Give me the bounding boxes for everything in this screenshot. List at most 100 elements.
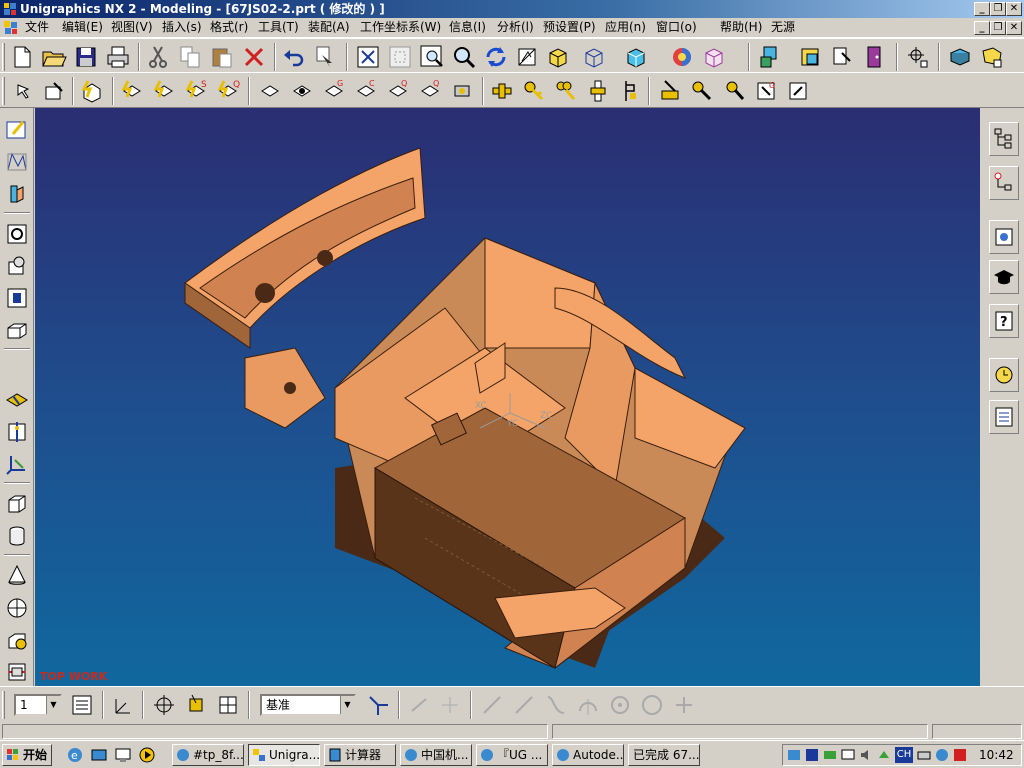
history-tab[interactable] xyxy=(989,358,1019,392)
curve-icon[interactable] xyxy=(3,148,31,176)
select-icon[interactable] xyxy=(8,77,36,105)
menu-assembly[interactable]: 装配(A) xyxy=(308,20,350,35)
menu-format[interactable]: 格式(r) xyxy=(210,20,248,35)
keyboard-icon[interactable] xyxy=(917,748,931,762)
graphics-viewport[interactable]: ZC XC YC xyxy=(35,108,980,686)
point-select-icon[interactable] xyxy=(904,43,932,71)
tray-network-icon[interactable] xyxy=(823,748,837,762)
menu-edit[interactable]: 编辑(E) xyxy=(62,20,103,35)
doc-close-button[interactable]: ✕ xyxy=(1006,21,1022,35)
toolbar-grip[interactable] xyxy=(2,691,5,719)
feature-table-icon[interactable] xyxy=(784,77,812,105)
snap-line-icon[interactable] xyxy=(478,691,506,719)
fit-icon[interactable] xyxy=(354,43,382,71)
wcs-display-icon[interactable] xyxy=(108,691,136,719)
menu-wcs[interactable]: 工作坐标系(W) xyxy=(360,20,441,35)
cone-icon[interactable] xyxy=(3,562,31,590)
hole-icon[interactable] xyxy=(3,220,31,248)
cut-icon[interactable] xyxy=(144,43,172,71)
color-icon[interactable] xyxy=(668,43,696,71)
ie-icon[interactable]: e xyxy=(66,746,84,764)
print-icon[interactable] xyxy=(104,43,132,71)
key-icon[interactable] xyxy=(520,77,548,105)
menu-tools[interactable]: 工具(T) xyxy=(258,20,299,35)
shading-icon[interactable] xyxy=(544,43,572,71)
tray-app-icon[interactable] xyxy=(787,748,801,762)
sphere-icon[interactable] xyxy=(3,594,31,622)
open-icon[interactable] xyxy=(40,43,68,71)
task-china-machinery[interactable]: 中国机... xyxy=(400,744,472,766)
boss-icon[interactable] xyxy=(3,252,31,280)
snap-intersection-icon[interactable] xyxy=(670,691,698,719)
minimize-button[interactable]: _ xyxy=(974,2,990,16)
snap-arc-icon[interactable] xyxy=(574,691,602,719)
menu-passive[interactable]: 无源 xyxy=(771,20,795,35)
history-palette-tab[interactable] xyxy=(989,220,1019,254)
menu-help[interactable]: 帮助(H) xyxy=(720,20,762,35)
work-layer-dropdown[interactable]: 1 ▼ xyxy=(14,694,62,716)
menu-file[interactable]: 文件 xyxy=(25,20,49,35)
cad-model[interactable]: ZC XC YC xyxy=(35,108,980,686)
sketch-icon[interactable] xyxy=(3,116,31,144)
surface-icon[interactable] xyxy=(978,43,1006,71)
zoom-icon[interactable] xyxy=(450,43,478,71)
restore-button[interactable]: ❐ xyxy=(990,2,1006,16)
update-icon[interactable] xyxy=(448,77,476,105)
snap-mode-dropdown[interactable]: 基准 ▼ xyxy=(260,694,356,716)
menu-preferences[interactable]: 预设置(P) xyxy=(543,20,596,35)
save-icon[interactable] xyxy=(72,43,100,71)
datum-csys-icon[interactable] xyxy=(3,450,31,478)
system-materials-tab[interactable] xyxy=(989,400,1019,434)
layer-settings-icon[interactable] xyxy=(68,691,96,719)
snap-mid-icon[interactable] xyxy=(436,691,464,719)
union-icon[interactable] xyxy=(3,626,31,654)
close-button[interactable]: ✕ xyxy=(1006,2,1022,16)
paste-icon[interactable] xyxy=(208,43,236,71)
edit-parameters-icon[interactable]: C xyxy=(352,77,380,105)
part-navigator-tab[interactable] xyxy=(989,166,1019,200)
keys-icon[interactable] xyxy=(552,77,580,105)
edit-feature-icon[interactable] xyxy=(78,77,106,105)
pad-icon[interactable] xyxy=(3,316,31,344)
chevron-down-icon[interactable]: ▼ xyxy=(340,696,354,714)
menu-view[interactable]: 视图(V) xyxy=(111,20,153,35)
task-tp[interactable]: #tp_8f... xyxy=(172,744,244,766)
assembly-icon[interactable] xyxy=(756,43,784,71)
reposition-icon[interactable] xyxy=(720,77,748,105)
select-body-icon[interactable] xyxy=(214,691,242,719)
input-language-indicator[interactable]: CH xyxy=(895,747,913,763)
zoom-box-icon[interactable] xyxy=(418,43,446,71)
datum-axis-icon[interactable] xyxy=(3,418,31,446)
task-autodesk[interactable]: Autode... xyxy=(552,744,624,766)
snap-settings-icon[interactable] xyxy=(364,691,392,719)
new-icon[interactable] xyxy=(8,43,36,71)
mate-icon[interactable] xyxy=(688,77,716,105)
reorder-feature-icon[interactable]: Q xyxy=(214,77,242,105)
snap-edge-icon[interactable] xyxy=(510,691,538,719)
task-download-complete[interactable]: 已完成 67... xyxy=(628,744,700,766)
unsuppress-feature-icon[interactable] xyxy=(288,77,316,105)
task-unigraphics[interactable]: Unigra... xyxy=(248,744,320,766)
tray-ie-icon[interactable] xyxy=(935,748,949,762)
cylinder-icon[interactable] xyxy=(3,522,31,550)
help-tab[interactable]: ? xyxy=(989,304,1019,338)
undo-icon[interactable] xyxy=(280,43,308,71)
pocket-icon[interactable] xyxy=(3,284,31,312)
assembly-navigator-tab[interactable] xyxy=(989,122,1019,156)
doc-restore-button[interactable]: ❐ xyxy=(990,21,1006,35)
task-calculator[interactable]: 计算器 xyxy=(324,744,396,766)
tray-display-icon[interactable] xyxy=(841,748,855,762)
snap-point-icon[interactable] xyxy=(150,691,178,719)
chevron-down-icon[interactable]: ▼ xyxy=(46,696,60,714)
desktop-icon[interactable] xyxy=(114,746,132,764)
extrude-icon[interactable] xyxy=(3,180,31,208)
hidden-edges-icon[interactable] xyxy=(622,43,650,71)
component-icon[interactable] xyxy=(796,43,824,71)
datum-plane-icon[interactable] xyxy=(3,386,31,414)
snap-end-icon[interactable] xyxy=(406,691,434,719)
menu-application[interactable]: 应用(n) xyxy=(605,20,646,35)
rotate-icon[interactable] xyxy=(482,43,510,71)
suppress-feature-icon[interactable] xyxy=(256,77,284,105)
menu-insert[interactable]: 插入(s) xyxy=(162,20,202,35)
tray-flag-icon[interactable] xyxy=(953,748,967,762)
